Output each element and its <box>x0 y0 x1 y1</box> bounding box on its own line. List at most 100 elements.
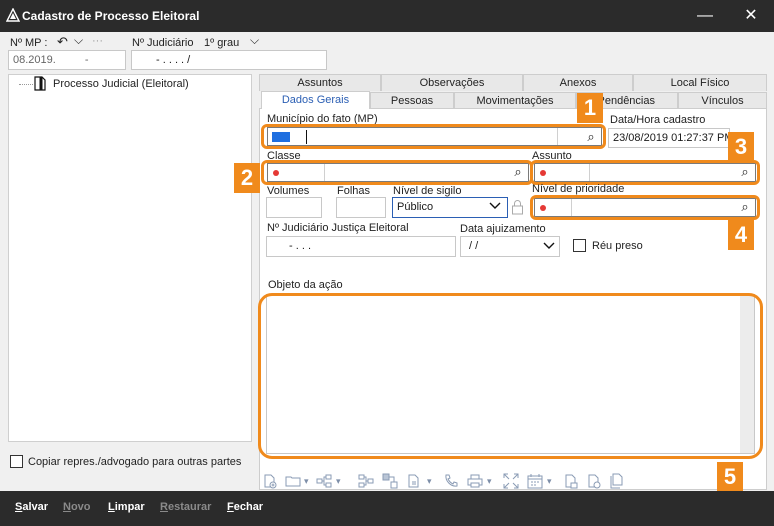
chevron-down-icon[interactable]: ⌵ <box>74 33 83 48</box>
app-icon <box>5 7 21 22</box>
calendar-icon[interactable] <box>527 473 543 492</box>
volumes-input[interactable] <box>266 197 322 218</box>
classe-search-icon[interactable]: ⌕ <box>508 163 528 181</box>
network-icon[interactable] <box>358 473 374 492</box>
badge-5: 5 <box>717 462 743 492</box>
document-stack-icon[interactable] <box>609 473 625 492</box>
nj-eleitoral-label: Nº Judiciário Justiça Eleitoral <box>267 222 409 234</box>
mp-dash-text: - <box>84 54 89 66</box>
data-ajuizamento-label: Data ajuizamento <box>460 223 546 235</box>
data-hora-label: Data/Hora cadastro <box>610 114 706 126</box>
tab-movimentacoes[interactable]: Movimentações <box>454 92 576 109</box>
copiar-checkbox[interactable] <box>10 455 23 468</box>
minimize-button[interactable]: — <box>682 0 728 32</box>
grau-dropdown-icon[interactable]: ⌵ <box>250 33 259 48</box>
chevron-down-icon[interactable] <box>543 241 555 254</box>
salvar-button[interactable]: Salvar <box>15 501 48 513</box>
tab-vinculos[interactable]: Vínculos <box>678 92 767 109</box>
folhas-label: Folhas <box>337 185 371 197</box>
data-hora-input: 23/08/2019 01:27:37 PM <box>608 128 730 148</box>
tree-connector <box>19 84 33 85</box>
required-indicator <box>273 170 279 176</box>
data-ajuizamento-value: / / <box>469 240 479 252</box>
window-title: Cadastro de Processo Eleitoral <box>22 9 200 23</box>
objeto-textarea[interactable] <box>266 294 755 454</box>
tab-local-fisico[interactable]: Local Físico <box>633 74 767 91</box>
folder-dropdown-icon[interactable]: ▾ <box>304 476 309 487</box>
prioridade-label: Nível de prioridade <box>532 183 625 195</box>
folder-icon[interactable] <box>285 473 301 492</box>
classe-label: Classe <box>267 150 301 162</box>
sigilo-value: Público <box>397 201 434 213</box>
folhas-input[interactable] <box>336 197 386 218</box>
nj-eleitoral-input[interactable]: - . . . <box>266 236 456 257</box>
bottom-action-bar: Salvar Novo Limpar Restaurar Fechar <box>0 491 774 526</box>
judicial-number-input[interactable]: - . . . . / <box>131 50 327 70</box>
required-indicator <box>540 170 546 176</box>
link-document-icon[interactable] <box>406 473 422 492</box>
tab-pessoas[interactable]: Pessoas <box>370 92 454 109</box>
phone-icon[interactable] <box>443 473 459 492</box>
assunto-search-icon[interactable]: ⌕ <box>735 163 755 181</box>
hierarchy-dropdown-icon[interactable]: ▾ <box>336 476 341 487</box>
municipio-code-selection <box>272 132 290 142</box>
assunto-label: Assunto <box>532 150 572 162</box>
prioridade-input[interactable] <box>534 198 756 217</box>
field-divider <box>571 199 572 216</box>
document-lock-icon[interactable] <box>563 473 579 492</box>
title-bar: Cadastro de Processo Eleitoral — ✕ <box>0 0 774 32</box>
reu-preso-label: Réu preso <box>592 240 643 252</box>
reu-preso-checkbox[interactable] <box>573 239 586 252</box>
field-divider <box>557 128 558 145</box>
field-divider <box>589 164 590 181</box>
badge-3: 3 <box>728 132 754 162</box>
expand-icon[interactable] <box>503 473 519 492</box>
volumes-label: Volumes <box>267 185 310 197</box>
municipio-input[interactable] <box>267 127 602 146</box>
restaurar-button[interactable]: Restaurar <box>160 501 211 513</box>
tab-dados-gerais[interactable]: Dados Gerais <box>261 91 370 109</box>
judicial-number-label: Nº Judiciário <box>132 37 194 49</box>
assunto-input[interactable] <box>534 163 756 182</box>
copiar-label: Copiar repres./advogado para outras part… <box>28 456 242 468</box>
municipio-label: Município do fato (MP) <box>267 113 378 125</box>
objeto-label: Objeto da ação <box>268 279 343 291</box>
badge-1: 1 <box>577 93 603 123</box>
sigilo-label: Nível de sigilo <box>393 185 462 197</box>
data-ajuizamento-input[interactable]: / / <box>460 236 560 257</box>
novo-button[interactable]: Novo <box>63 501 91 513</box>
municipio-search-icon[interactable]: ⌕ <box>581 128 601 146</box>
chevron-down-icon <box>489 201 501 214</box>
mp-label: Nº MP : <box>10 37 48 49</box>
tab-assuntos[interactable]: Assuntos <box>259 74 381 91</box>
badge-2: 2 <box>234 163 260 193</box>
limpar-button[interactable]: Limpar <box>108 501 145 513</box>
hierarchy-icon[interactable] <box>316 473 332 492</box>
prioridade-search-icon[interactable]: ⌕ <box>735 198 755 216</box>
mp-year-text: 08.2019. <box>13 54 56 66</box>
close-button[interactable]: ✕ <box>728 0 774 32</box>
mp-number-input[interactable]: 08.2019. - <box>8 50 126 70</box>
sigilo-select[interactable]: Público <box>392 197 508 218</box>
undo-icon[interactable]: ↶ <box>57 34 68 50</box>
add-document-icon[interactable] <box>262 473 278 492</box>
calendar-dropdown-icon[interactable]: ▾ <box>547 476 552 487</box>
more-icon[interactable]: ··· <box>92 35 103 47</box>
process-tree: Processo Judicial (Eleitoral) <box>8 74 252 442</box>
field-divider <box>324 164 325 181</box>
objeto-scrollbar[interactable] <box>740 295 754 453</box>
client-area: Nº MP : ↶ ⌵ ··· Nº Judiciário 1º grau ⌵ … <box>0 32 774 492</box>
tree-item-processo[interactable]: Processo Judicial (Eleitoral) <box>53 78 189 90</box>
document-settings-icon[interactable] <box>586 473 602 492</box>
document-icon <box>34 76 46 94</box>
network-alt-icon[interactable] <box>382 473 398 492</box>
lock-icon <box>511 199 524 218</box>
tab-observacoes[interactable]: Observações <box>381 74 523 91</box>
fechar-button[interactable]: Fechar <box>227 501 263 513</box>
classe-input[interactable] <box>267 163 529 182</box>
print-icon[interactable] <box>467 473 483 492</box>
tab-anexos[interactable]: Anexos <box>523 74 633 91</box>
text-caret <box>306 130 307 144</box>
link-dropdown-icon[interactable]: ▾ <box>427 476 432 487</box>
print-dropdown-icon[interactable]: ▾ <box>487 476 492 487</box>
